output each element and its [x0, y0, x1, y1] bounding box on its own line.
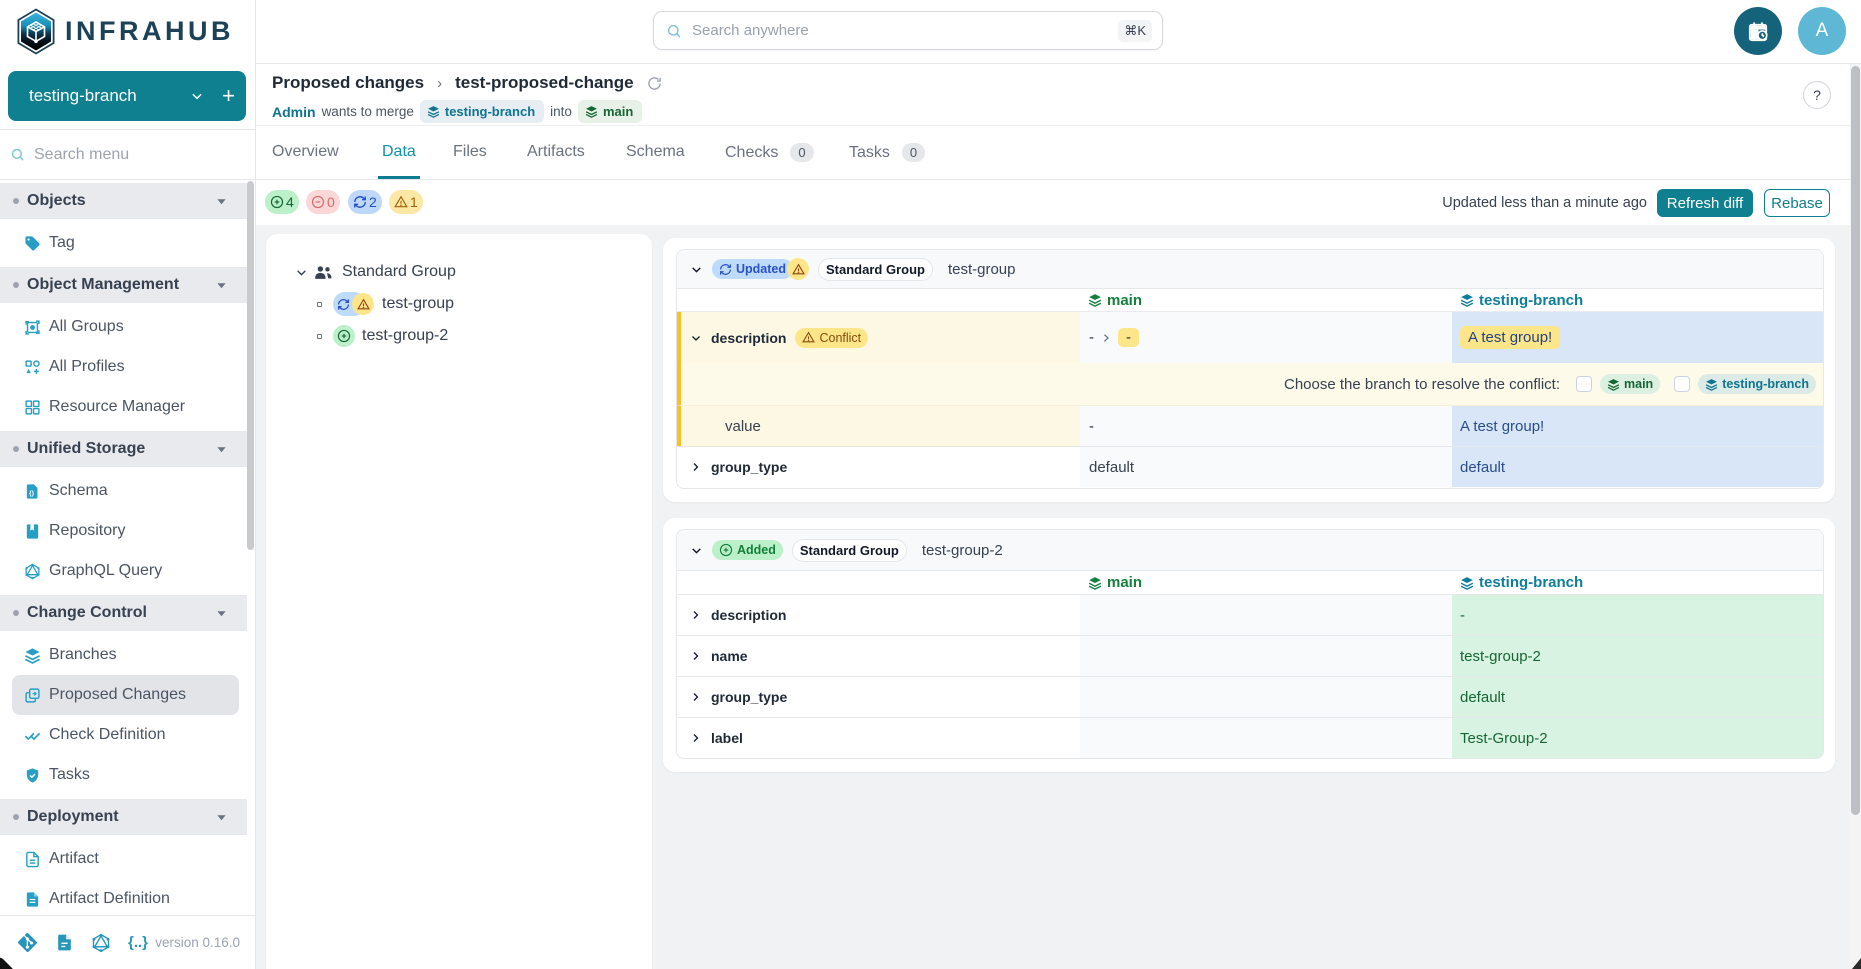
- svg-text:{}: {}: [29, 490, 34, 497]
